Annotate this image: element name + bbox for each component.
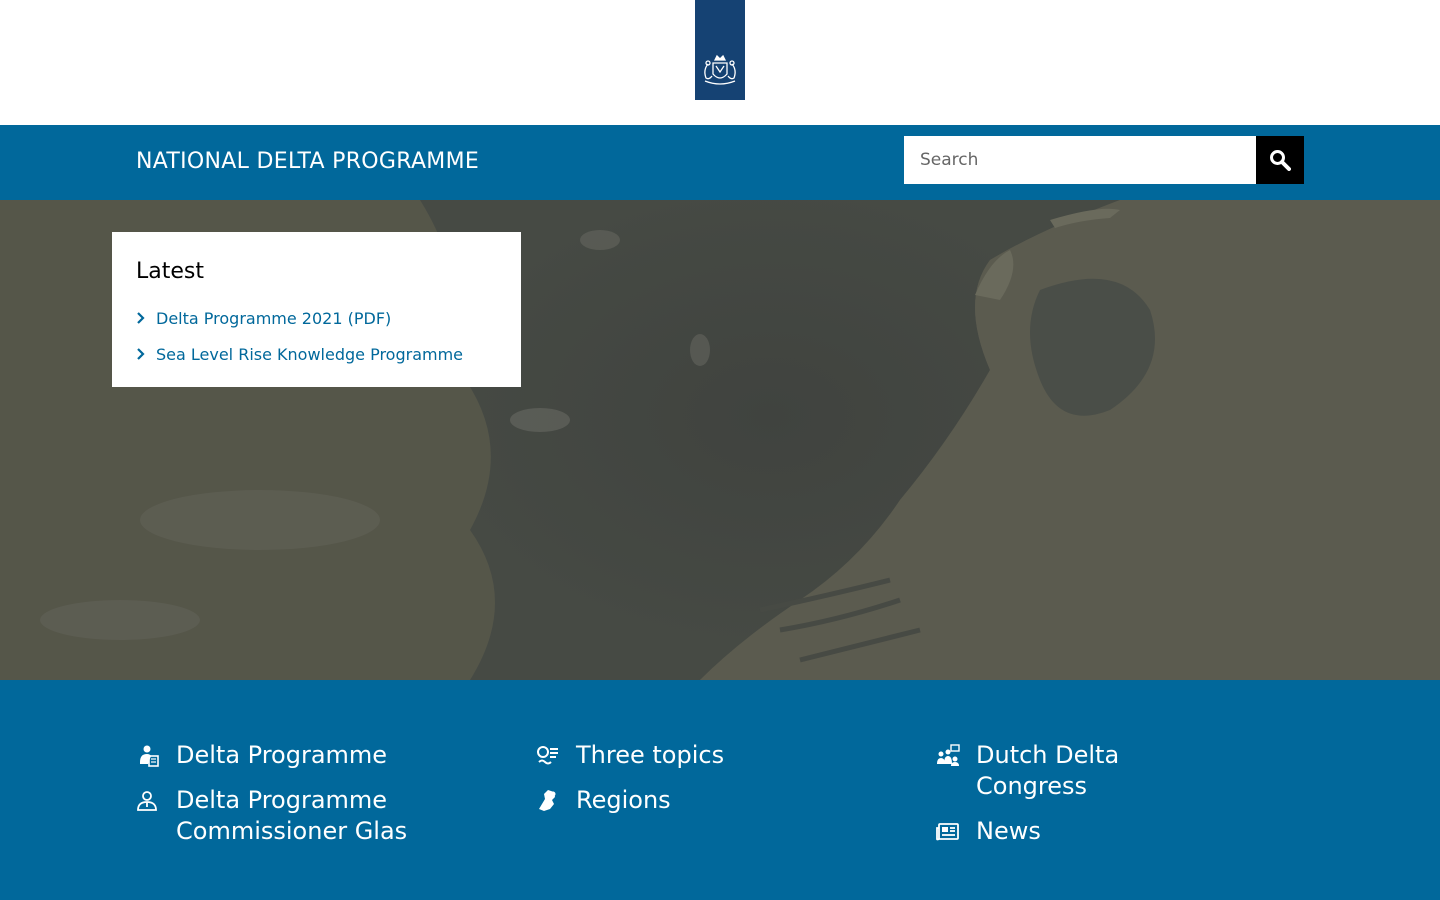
latest-list: Delta Programme 2021 (PDF) Sea Level Ris…: [136, 300, 497, 372]
nav-item-label[interactable]: Dutch Delta Congress: [976, 740, 1236, 802]
bottom-navigation: Delta Programme Delta Programme Commissi…: [0, 680, 1440, 900]
nav-item-delta-congress[interactable]: Dutch Delta Congress: [936, 740, 1296, 802]
person-icon: [136, 785, 176, 815]
newspaper-icon: [936, 816, 976, 846]
coat-of-arms-icon: [704, 54, 736, 85]
nav-item-label[interactable]: Regions: [576, 785, 836, 816]
latest-item-link[interactable]: Delta Programme 2021 (PDF): [156, 309, 391, 328]
nav-item-delta-programme[interactable]: Delta Programme: [136, 740, 496, 771]
search-input[interactable]: [904, 136, 1256, 184]
hero-banner: Latest Delta Programme 2021 (PDF) Sea Le…: [0, 200, 1440, 680]
nav-column-1: Delta Programme Delta Programme Commissi…: [136, 740, 496, 861]
search-button[interactable]: [1256, 136, 1304, 184]
nav-item-label[interactable]: News: [976, 816, 1236, 847]
site-header: NATIONAL DELTA PROGRAMME: [0, 125, 1440, 200]
nav-item-label[interactable]: Delta Programme: [176, 740, 436, 771]
chevron-right-icon: [136, 311, 156, 325]
people-group-icon: [936, 740, 976, 770]
nav-column-3: Dutch Delta Congress News: [936, 740, 1296, 861]
nav-item-label[interactable]: Three topics: [576, 740, 836, 771]
nav-item-news[interactable]: News: [936, 816, 1296, 847]
site-title[interactable]: NATIONAL DELTA PROGRAMME: [136, 147, 479, 177]
logo-band: [0, 0, 1440, 125]
search-icon: [1270, 150, 1291, 171]
person-document-icon: [136, 740, 176, 770]
chevron-right-icon: [136, 347, 156, 361]
waves-icon: [536, 740, 576, 770]
latest-item-sea-level-rise[interactable]: Sea Level Rise Knowledge Programme: [136, 336, 497, 372]
nav-item-label[interactable]: Delta Programme Commissioner Glas: [176, 785, 436, 847]
rijksoverheid-logo[interactable]: [695, 0, 745, 100]
nav-item-regions[interactable]: Regions: [536, 785, 896, 816]
netherlands-map-icon: [536, 785, 576, 815]
nav-item-three-topics[interactable]: Three topics: [536, 740, 896, 771]
latest-item-delta-programme-2021[interactable]: Delta Programme 2021 (PDF): [136, 300, 497, 336]
nav-item-commissioner[interactable]: Delta Programme Commissioner Glas: [136, 785, 496, 847]
latest-panel: Latest Delta Programme 2021 (PDF) Sea Le…: [112, 232, 521, 387]
nav-column-2: Three topics Regions: [536, 740, 896, 830]
latest-item-link[interactable]: Sea Level Rise Knowledge Programme: [156, 345, 463, 364]
latest-title: Latest: [136, 259, 204, 284]
